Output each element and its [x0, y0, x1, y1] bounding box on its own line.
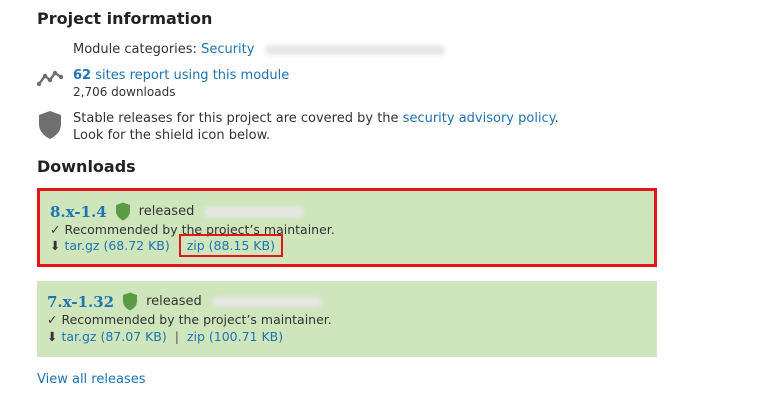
- green-shield-icon: [123, 292, 138, 311]
- downloads-heading: Downloads: [37, 157, 136, 176]
- downloads-count: 2,706 downloads: [73, 85, 176, 99]
- security-policy-row: Stable releases for this project are cov…: [73, 110, 559, 144]
- tar-gz-download-link[interactable]: tar.gz (87.07 KB): [61, 329, 166, 344]
- release-version-link[interactable]: 7.x-1.32: [47, 293, 114, 311]
- release-card-8x: 8.x-1.4 released ✓ Recommended by the pr…: [37, 188, 657, 267]
- blurred-date: [211, 296, 322, 307]
- shield-icon: [39, 111, 61, 139]
- download-arrow-icon: ⬇: [50, 238, 61, 253]
- released-label: released: [146, 294, 202, 309]
- released-label: released: [138, 204, 195, 219]
- tar-gz-download-link[interactable]: tar.gz (68.72 KB): [64, 238, 169, 253]
- download-links: ⬇ tar.gz (68.72 KB) zip (88.15 KB): [50, 234, 283, 257]
- sites-report-row: 62 sites report using this module: [73, 67, 289, 84]
- release-version-line: 8.x-1.4 released: [50, 202, 305, 221]
- blurred-date: [204, 206, 305, 217]
- sites-count: 62: [73, 68, 92, 83]
- release-version-link[interactable]: 8.x-1.4: [50, 203, 107, 221]
- link-separator: |: [174, 329, 179, 344]
- security-text-pre: Stable releases for this project are cov…: [73, 111, 403, 126]
- project-information-heading: Project information: [37, 9, 213, 28]
- blurred-content: [264, 44, 445, 55]
- recommended-text: ✓ Recommended by the project’s maintaine…: [47, 312, 332, 327]
- activity-graph-icon: [37, 70, 63, 87]
- zip-download-link[interactable]: zip (100.71 KB): [187, 329, 283, 344]
- recommended-text: ✓ Recommended by the project’s maintaine…: [50, 222, 335, 237]
- sites-report-link[interactable]: 62 sites report using this module: [73, 68, 289, 83]
- module-category-security-link[interactable]: Security: [201, 42, 254, 57]
- security-text-line2: Look for the shield icon below.: [73, 128, 271, 143]
- sites-report-text: sites report using this module: [91, 68, 290, 83]
- module-categories-label: Module categories:: [73, 42, 197, 57]
- release-card-7x: 7.x-1.32 released ✓ Recommended by the p…: [37, 281, 657, 357]
- zip-download-link[interactable]: zip (88.15 KB): [178, 234, 283, 257]
- download-links: ⬇ tar.gz (87.07 KB) | zip (100.71 KB): [47, 329, 283, 344]
- security-text-post: .: [554, 111, 559, 126]
- green-shield-icon: [115, 202, 130, 221]
- security-advisory-policy-link[interactable]: security advisory policy: [403, 111, 555, 126]
- download-arrow-icon: ⬇: [47, 329, 58, 344]
- module-categories-row: Module categories: Security: [73, 41, 445, 58]
- view-all-releases-link[interactable]: View all releases: [37, 372, 145, 387]
- release-version-line: 7.x-1.32 released: [47, 292, 322, 311]
